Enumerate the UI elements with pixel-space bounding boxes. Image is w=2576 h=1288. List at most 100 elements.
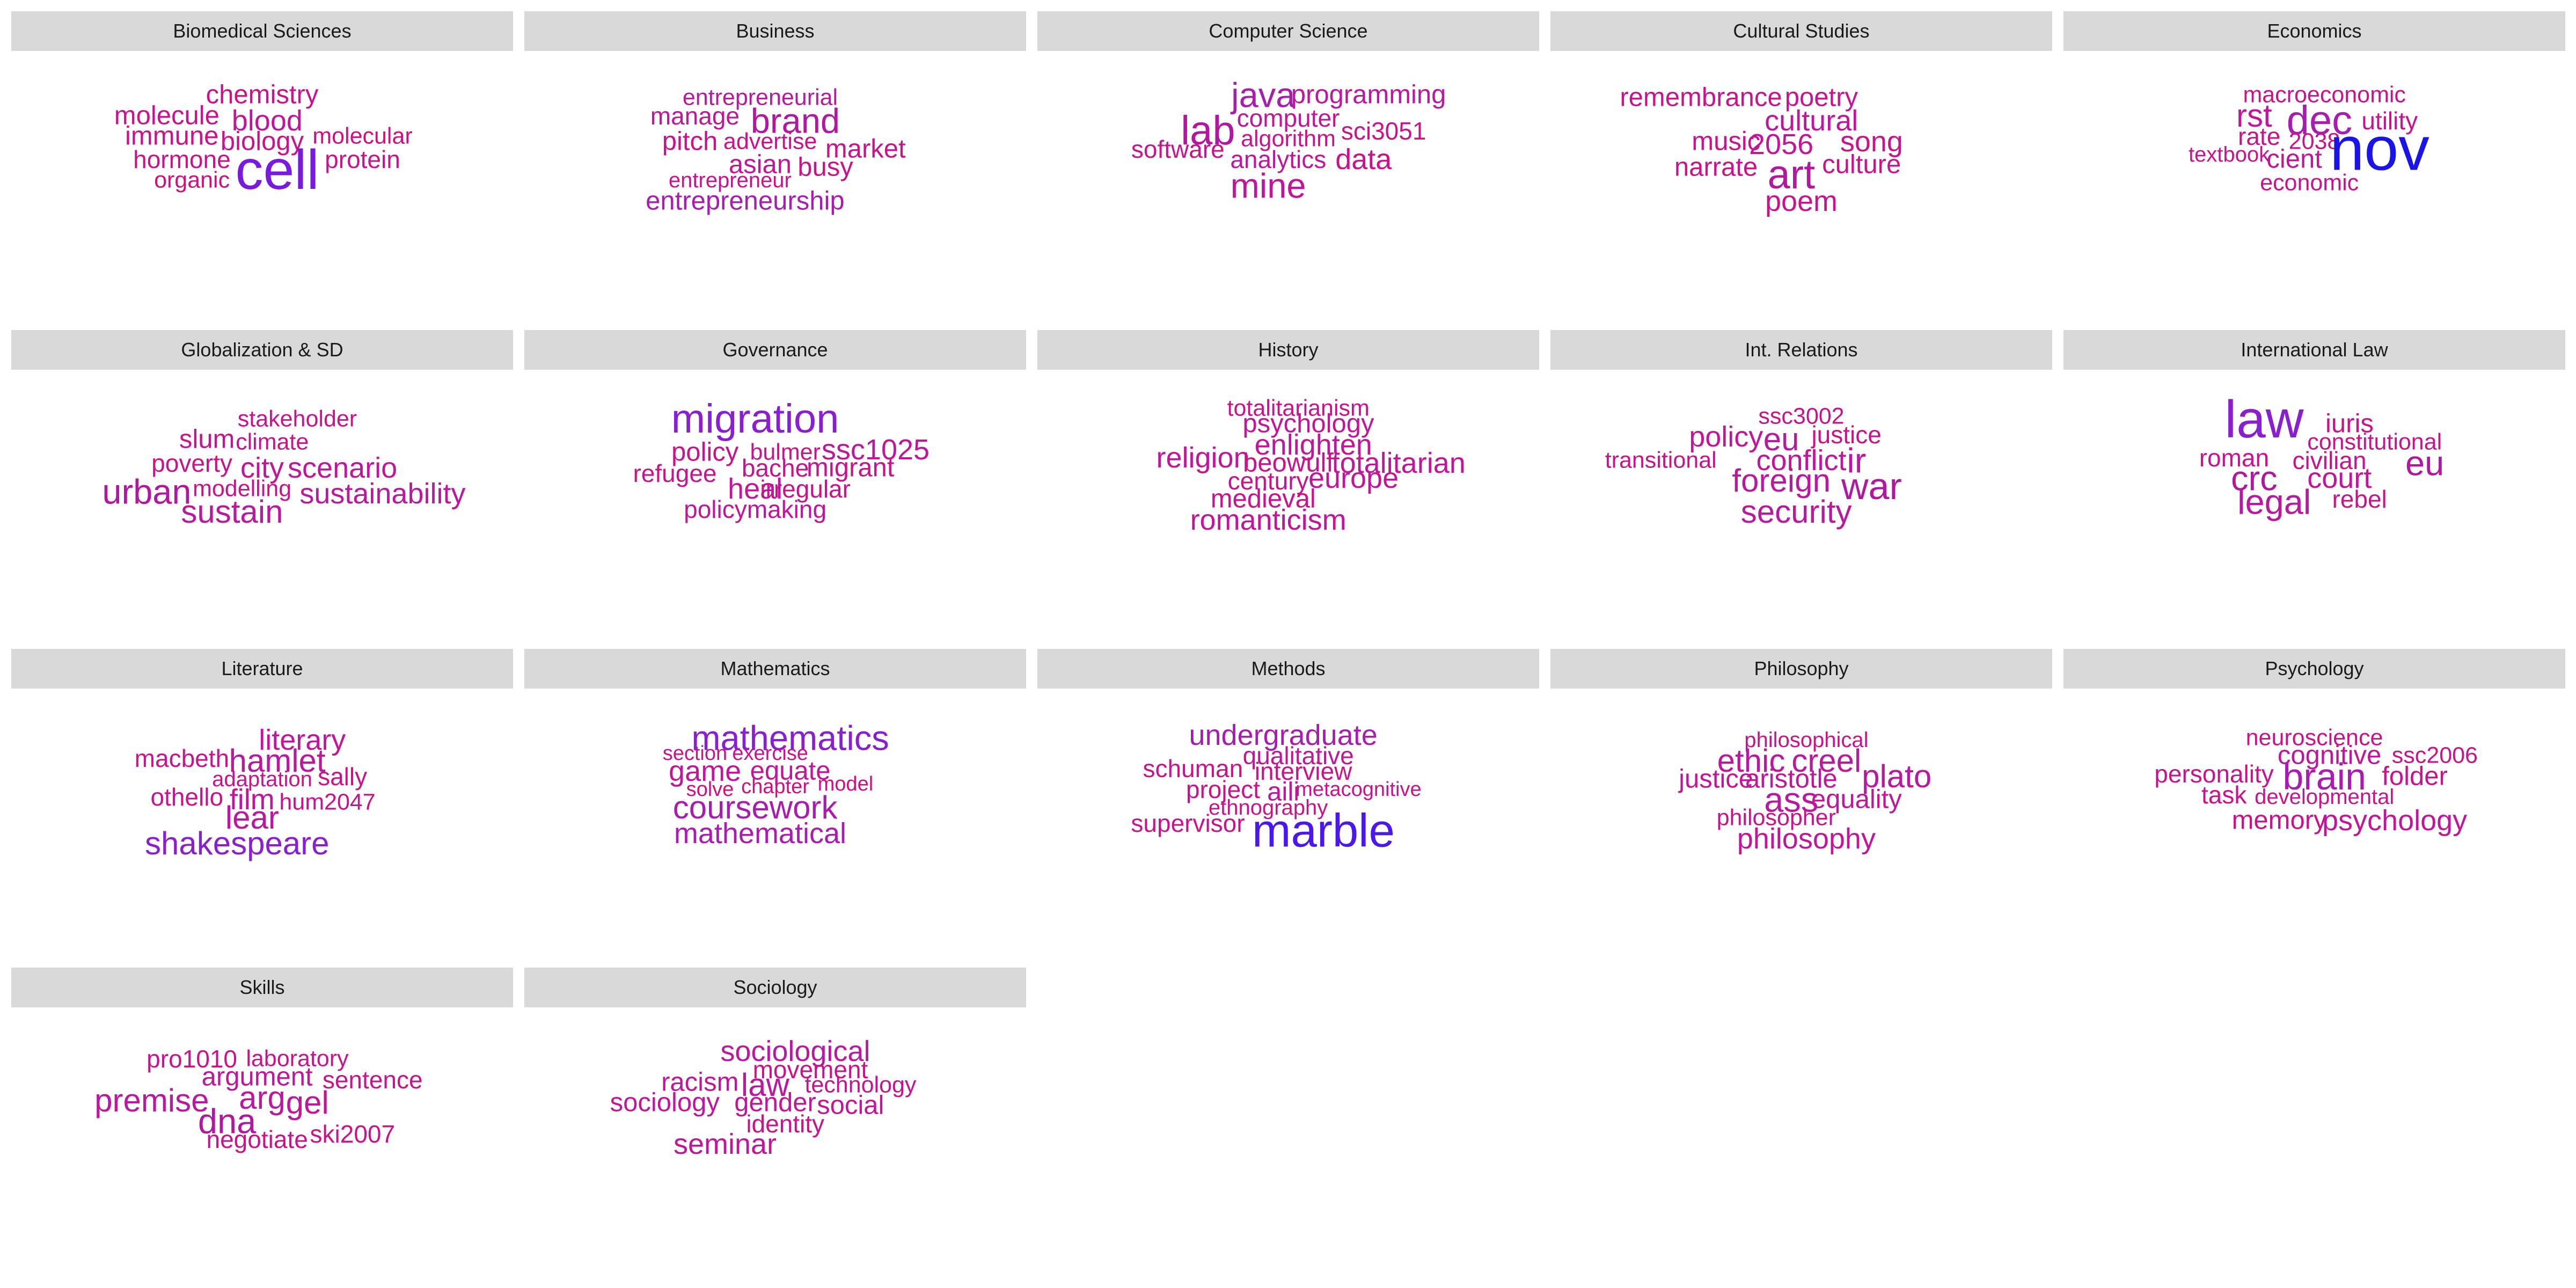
cloud-word: marble — [1252, 804, 1395, 857]
facet-title: Int. Relations — [1745, 339, 1858, 361]
facet-strip: Methods — [1037, 649, 1539, 689]
wordcloud-facet-grid: Biomedical Sciences chemistry molecule bloo… — [0, 0, 2576, 1288]
facet-panel: Governance migration policy bulmer ssc1025 re… — [524, 330, 1026, 628]
facet-panel: International Law law iuris constitutional r… — [2063, 330, 2565, 628]
facet-panel: Sociology sociological movement racism law te… — [524, 968, 1026, 1266]
word-cloud: pro1010 laboratory argument sentence premise… — [11, 1007, 513, 1266]
facet-strip: Philosophy — [1550, 649, 2052, 689]
word-cloud: remembrance poetry cultural music 2056 song na… — [1550, 51, 2052, 310]
cloud-word: refugee — [633, 459, 717, 487]
cloud-word: pitch — [662, 127, 718, 156]
word-cloud: java programming lab computer sci3051 algorit… — [1037, 51, 1539, 310]
facet-title: Sociology — [733, 976, 817, 998]
cloud-word: sci3051 — [1341, 117, 1426, 145]
word-cloud: mathematics section exercise game equate solv… — [524, 689, 1026, 947]
cloud-word: mathematical — [674, 817, 847, 850]
cloud-word: chemistry — [206, 80, 319, 109]
cloud-word: cient — [2266, 144, 2322, 174]
facet-panel: Computer Science java programming lab comput… — [1037, 11, 1539, 310]
facet-title: Philosophy — [1754, 657, 1849, 679]
facet-strip: Psychology — [2063, 649, 2565, 689]
facet-panel: Cultural Studies remembrance poetry cultura… — [1550, 11, 2052, 310]
facet-strip: Mathematics — [524, 649, 1026, 689]
facet-title: Literature — [221, 657, 303, 679]
cloud-word: migration — [671, 396, 839, 442]
facet-panel: Mathematics mathematics section exercise gam… — [524, 649, 1026, 947]
facet-title: Economics — [2267, 20, 2362, 42]
facet-strip: Sociology — [524, 968, 1026, 1007]
word-cloud: philosophical ethic creel justice aristotle p… — [1550, 689, 2052, 947]
cloud-word: urban — [102, 472, 192, 511]
facet-strip: Computer Science — [1037, 11, 1539, 51]
cloud-word: law — [2224, 389, 2304, 449]
word-cloud: literary macbeth hamlet adaptation sally othe… — [11, 689, 513, 947]
word-cloud: undergraduate qualitative schuman interview… — [1037, 689, 1539, 947]
cloud-word: data — [1335, 143, 1392, 176]
facet-title: Business — [736, 20, 815, 42]
cloud-word: othello — [150, 783, 224, 811]
cloud-word: hum2047 — [279, 789, 376, 815]
facet-panel: Skills pro1010 laboratory argument sentence p… — [11, 968, 513, 1266]
facet-strip: Biomedical Sciences — [11, 11, 513, 51]
word-cloud: macroeconomic rst dec utility rate 2038 textbo… — [2063, 51, 2565, 310]
cloud-word: philosophy — [1737, 822, 1876, 855]
facet-title: Biomedical Sciences — [173, 20, 352, 42]
word-cloud: law iuris constitutional roman civilian eu crc… — [2063, 370, 2565, 628]
facet-panel: History totalitarianism psychology enlighte… — [1037, 330, 1539, 628]
cloud-word: software — [1131, 135, 1225, 164]
cloud-word: sociology — [610, 1088, 720, 1117]
cloud-word: manage — [650, 101, 740, 130]
cloud-word: economic — [2260, 170, 2359, 196]
cloud-word: shakespeare — [144, 825, 330, 862]
cloud-word: narrate — [1674, 152, 1758, 182]
cloud-word: sustain — [181, 494, 283, 530]
facet-title: International Law — [2241, 339, 2388, 361]
cloud-word: justice — [1679, 764, 1753, 794]
facet-title: Computer Science — [1209, 20, 1368, 42]
facet-strip: Literature — [11, 649, 513, 689]
facet-strip: Business — [524, 11, 1026, 51]
word-cloud: chemistry molecule blood immune biology molec… — [11, 51, 513, 310]
facet-panel: Economics macroeconomic rst dec utility rate 2… — [2063, 11, 2565, 310]
facet-panel: Business entrepreneurial manage brand pitch a… — [524, 11, 1026, 310]
cloud-word: remembrance — [1620, 83, 1782, 112]
facet-strip: Globalization & SD — [11, 330, 513, 370]
facet-strip: Skills — [11, 968, 513, 1007]
word-cloud: stakeholder slum climate poverty city scenari… — [11, 370, 513, 628]
facet-strip: History — [1037, 330, 1539, 370]
word-cloud: migration policy bulmer ssc1025 refugee bache… — [524, 370, 1026, 628]
facet-panel: Philosophy philosophical ethic creel justice… — [1550, 649, 2052, 947]
cloud-word: protein — [325, 145, 400, 174]
cloud-word: sentence — [322, 1065, 423, 1094]
cloud-word: europe — [1308, 462, 1399, 495]
cloud-word: sustainability — [299, 478, 466, 510]
cloud-word: ski2007 — [310, 1120, 396, 1148]
facet-title: Mathematics — [720, 657, 830, 679]
cloud-word: transitional — [1605, 447, 1717, 473]
cloud-word: eu — [2405, 443, 2445, 483]
cloud-word: rebel — [2332, 485, 2387, 513]
facet-strip: Cultural Studies — [1550, 11, 2052, 51]
cloud-word: stakeholder — [237, 406, 357, 432]
cloud-word: task — [2201, 780, 2247, 809]
facet-panel: Globalization & SD stakeholder slum climate… — [11, 330, 513, 628]
cloud-word: foreign — [1732, 463, 1831, 499]
cloud-word: busy — [797, 152, 853, 182]
cloud-word: legal — [2237, 482, 2311, 522]
word-cloud: neuroscience cognitive ssc2006 personality b… — [2063, 689, 2565, 947]
facet-strip: Economics — [2063, 11, 2565, 51]
cloud-word: cell — [235, 138, 319, 201]
word-cloud: totalitarianism psychology enlighten religi… — [1037, 370, 1539, 628]
word-cloud: entrepreneurial manage brand pitch advertise… — [524, 51, 1026, 310]
cloud-word: premise — [94, 1082, 209, 1118]
cloud-word: supervisor — [1131, 809, 1245, 837]
cloud-word: gel — [286, 1085, 329, 1121]
facet-panel: Int. Relations ssc3002 policy eu justice tran… — [1550, 330, 2052, 628]
cloud-word: policymaking — [684, 495, 827, 524]
facet-title: Skills — [239, 976, 285, 998]
facet-title: Psychology — [2265, 657, 2364, 679]
cloud-word: seminar — [673, 1128, 777, 1161]
word-cloud: sociological movement racism law technology s… — [524, 1007, 1026, 1266]
cloud-word: negotiate — [206, 1125, 308, 1153]
word-cloud: ssc3002 policy eu justice transitional confli… — [1550, 370, 2052, 628]
